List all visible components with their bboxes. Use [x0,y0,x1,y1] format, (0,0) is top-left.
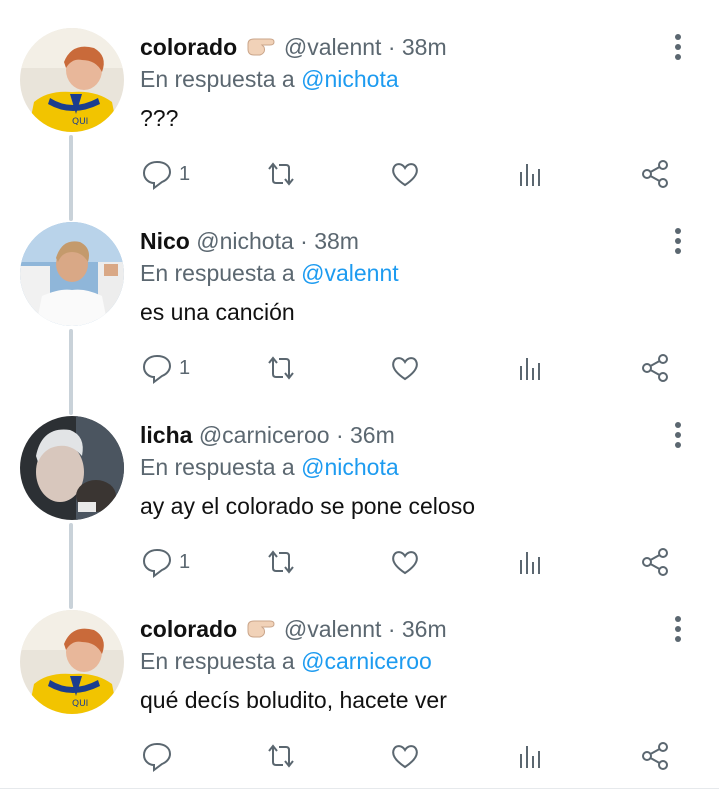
reply-button[interactable]: 1 [141,348,190,388]
retweet-button[interactable] [265,736,297,776]
username[interactable]: @valennt [284,616,382,642]
retweet-icon [268,162,294,186]
reply-prefix: En respuesta a [140,260,295,286]
retweet-button[interactable] [265,348,297,388]
share-button[interactable] [639,736,671,776]
reply-prefix: En respuesta a [140,648,295,674]
retweet-icon [268,356,294,380]
share-icon [642,548,668,576]
like-button[interactable] [389,542,421,582]
reply-count: 1 [179,550,191,573]
svg-text:QUI: QUI [72,699,88,709]
analytics-icon [520,358,540,380]
tweet-header: colorado @valennt · 36m [140,614,447,646]
username[interactable]: @nichota [196,228,294,254]
tweet-text: es una canción [140,299,295,325]
more-options-icon[interactable] [666,614,690,644]
tweet-actions: 1 [0,154,719,194]
timestamp[interactable]: · 38m [388,34,447,60]
avatar[interactable] [20,222,124,326]
mention-link[interactable]: @carniceroo [301,648,432,674]
analytics-button[interactable] [515,736,547,776]
reply-icon [142,548,172,578]
reply-count: 1 [179,356,191,379]
more-options-icon[interactable] [666,420,690,450]
retweet-icon [268,550,294,574]
tweet-actions: 1 [0,542,719,582]
more-options-icon[interactable] [666,226,690,256]
analytics-icon [520,746,540,768]
like-icon [392,551,418,575]
analytics-icon [520,552,540,574]
reply-prefix: En respuesta a [140,66,295,92]
timestamp[interactable]: · 36m [336,422,395,448]
share-button[interactable] [639,348,671,388]
more-options-icon[interactable] [666,32,690,62]
username[interactable]: @carniceroo [199,422,330,448]
share-button[interactable] [639,154,671,194]
mention-link[interactable]: @valennt [301,260,399,286]
share-button[interactable] [639,542,671,582]
mention-link[interactable]: @nichota [301,454,399,480]
tweet-text: ??? [140,105,179,131]
tweet[interactable]: Nico @nichota · 38m En respuesta a @vale… [0,194,719,388]
analytics-icon [520,164,540,186]
reply-context: En respuesta a @nichota [140,452,399,482]
retweet-button[interactable] [265,154,297,194]
pointing-hand-emoji [246,616,276,646]
display-name[interactable]: colorado [140,616,237,642]
share-icon [642,354,668,382]
avatar[interactable] [20,416,124,520]
reply-icon [142,354,172,384]
timestamp[interactable]: · 38m [300,228,359,254]
tweet[interactable]: QUI colorado @valennt · 38m En respuesta… [0,0,719,194]
analytics-button[interactable] [515,542,547,582]
display-name[interactable]: colorado [140,34,237,60]
username[interactable]: @valennt [284,34,382,60]
like-icon [392,357,418,381]
reply-button[interactable]: 1 [141,154,190,194]
display-name[interactable]: licha [140,422,192,448]
reply-button[interactable]: 1 [141,542,190,582]
avatar[interactable]: QUI [20,610,124,714]
svg-text:QUI: QUI [72,117,88,127]
reply-context: En respuesta a @carniceroo [140,646,432,676]
tweet[interactable]: licha @carniceroo · 36m En respuesta a @… [0,388,719,582]
reply-context: En respuesta a @valennt [140,258,399,288]
like-button[interactable] [389,154,421,194]
tweet-header: Nico @nichota · 38m [140,226,359,256]
tweet-header: colorado @valennt · 38m [140,32,447,64]
avatar[interactable]: QUI [20,28,124,132]
tweet-text: qué decís boludito, hacete ver [140,687,447,713]
like-icon [392,163,418,187]
analytics-button[interactable] [515,154,547,194]
reply-button[interactable] [141,736,179,776]
timestamp[interactable]: · 36m [388,616,447,642]
tweet-text: ay ay el colorado se pone celoso [140,493,475,519]
like-button[interactable] [389,736,421,776]
reply-prefix: En respuesta a [140,454,295,480]
divider [0,788,719,789]
reply-icon [142,160,172,190]
reply-icon [142,742,172,772]
reply-context: En respuesta a @nichota [140,64,399,94]
mention-link[interactable]: @nichota [301,66,399,92]
pointing-hand-emoji [246,34,276,64]
analytics-button[interactable] [515,348,547,388]
share-icon [642,742,668,770]
reply-count: 1 [179,162,191,185]
display-name[interactable]: Nico [140,228,190,254]
retweet-button[interactable] [265,542,297,582]
like-button[interactable] [389,348,421,388]
like-icon [392,745,418,769]
tweet-actions [0,736,719,776]
tweet-actions: 1 [0,348,719,388]
retweet-icon [268,744,294,768]
tweet-header: licha @carniceroo · 36m [140,420,395,450]
share-icon [642,160,668,188]
tweet[interactable]: QUI colorado @valennt · 36m En respuesta… [0,582,719,776]
